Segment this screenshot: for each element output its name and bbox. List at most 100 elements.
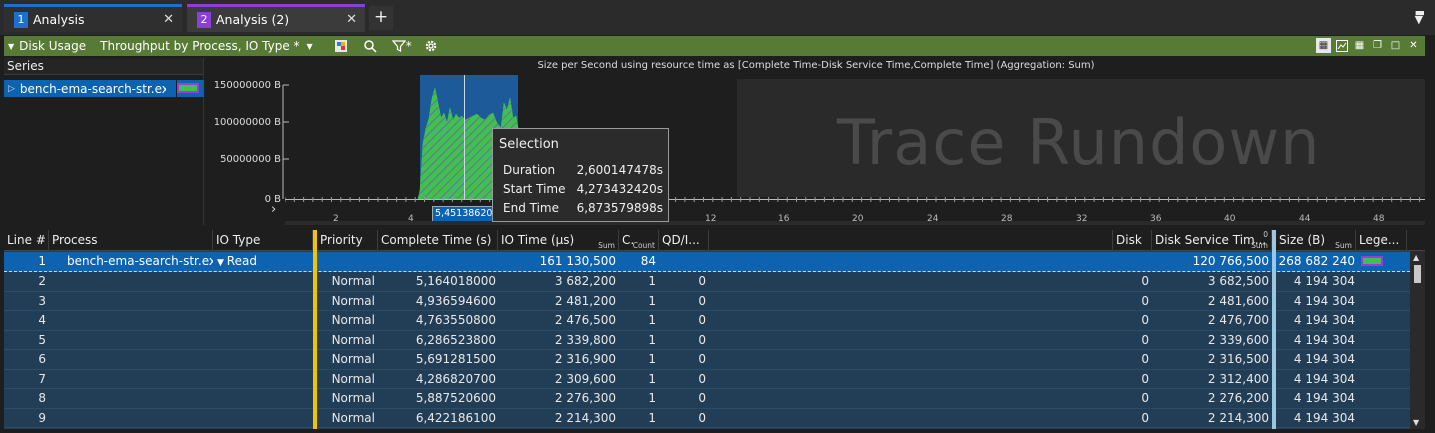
tab-strip: 1 Analysis ✕ 2 Analysis (2) ✕ + ▬ ▼ — [0, 0, 1435, 35]
sort-order-label: 0 — [1263, 230, 1268, 239]
cell-count: 1 — [648, 352, 656, 366]
column-header-size[interactable]: Size (B) Sum — [1276, 230, 1356, 251]
cell-priority: Normal — [331, 313, 375, 327]
x-axis-ticks — [285, 197, 1421, 202]
column-header-legend[interactable]: Lege... — [1356, 230, 1407, 251]
column-header-disk[interactable]: Disk — [1113, 230, 1152, 251]
add-tab-button[interactable]: + — [369, 6, 393, 30]
table-row[interactable]: 8 Normal 5,887520600 2 276,300 1 0 0 2 276,200 4… — [4, 389, 1410, 409]
table-row[interactable]: 5 Normal 6,286523800 2 339,800 1 0 0 2 339,600 4… — [4, 331, 1410, 350]
table-row[interactable]: 6 Normal 5,691281500 2 316,900 1 0 0 2 316,500 4… — [4, 350, 1410, 370]
cell-complete-time: 6,286523800 — [415, 332, 496, 347]
column-header-io-type[interactable]: IO Type — [213, 230, 313, 251]
series-color-swatch[interactable] — [177, 83, 199, 93]
close-icon[interactable]: ✕ — [346, 12, 357, 27]
cell-line: 4 — [38, 313, 46, 327]
column-header-qd[interactable]: QD/I... — [659, 230, 709, 251]
graph-and-table-icon[interactable]: ▦ — [1316, 38, 1331, 53]
cell-io-time: 2 276,300 — [554, 391, 616, 405]
cell-line: 1 — [38, 254, 46, 268]
cell-count: 1 — [648, 293, 656, 308]
cell-size: 4 194 304 — [1293, 293, 1355, 308]
collapse-graph-button[interactable]: ▼ — [4, 36, 19, 56]
chevron-down-icon[interactable]: ▼ — [217, 258, 227, 268]
restore-window-icon[interactable]: ❐ — [1370, 38, 1385, 53]
close-icon[interactable]: ✕ — [163, 12, 174, 27]
cell-disk-service-time: 2 316,500 — [1207, 352, 1269, 366]
cell-count: 1 — [648, 332, 656, 347]
scroll-up-icon[interactable]: ▲ — [1413, 253, 1419, 262]
chevron-right-icon[interactable]: › — [271, 202, 276, 217]
cell-io-time: 2 214,300 — [554, 410, 616, 425]
series-panel: Series ▷ bench-ema-search-str.exe... — [4, 58, 204, 225]
tab-title: Analysis — [33, 12, 85, 27]
series-item[interactable]: ▷ bench-ema-search-str.exe... — [4, 80, 204, 97]
column-header-complete-time[interactable]: Complete Time (s) — [378, 230, 498, 251]
cell-size: 4 194 304 — [1293, 274, 1355, 288]
cell-priority: Normal — [331, 410, 375, 425]
cell-disk-service-time: 2 339,600 — [1207, 332, 1269, 347]
graph-area[interactable]: Size per Second using resource time as [… — [207, 58, 1425, 225]
preset-dropdown[interactable]: Throughput by Process, IO Type * ▼ — [100, 36, 318, 56]
cell-disk: 0 — [1141, 332, 1149, 347]
scrollbar-thumb[interactable] — [1414, 265, 1421, 283]
scroll-down-icon[interactable]: ▼ — [1413, 418, 1419, 427]
preset-label: Throughput by Process, IO Type * — [100, 39, 300, 53]
filter-icon[interactable]: * — [388, 38, 416, 54]
tooltip-value: 4,273432420s — [576, 182, 663, 196]
cell-qd: 0 — [698, 352, 706, 366]
aggregation-label: Sum — [1251, 241, 1268, 250]
graph-only-icon[interactable] — [1334, 38, 1349, 53]
close-icon[interactable]: ✕ — [1406, 38, 1421, 53]
table-row[interactable]: 2 Normal 5,164018000 3 682,200 1 0 0 3 682,500 4… — [4, 272, 1410, 292]
cell-disk: 0 — [1141, 391, 1149, 405]
selection-tooltip: Selection Duration 2,600147478s Start Ti… — [492, 128, 669, 222]
table-group-row[interactable]: 1 bench-ema-search-str.ex... ▼ Read 161 … — [4, 252, 1410, 272]
horizontal-scrollbar[interactable] — [285, 221, 1425, 225]
color-palette-icon[interactable] — [332, 38, 350, 54]
column-header-process[interactable]: Process — [49, 230, 213, 251]
tab-overflow-icon[interactable]: ▬ ▼ — [1415, 7, 1425, 25]
cell-line: 6 — [38, 352, 46, 366]
grouping-column-divider[interactable] — [313, 230, 317, 429]
column-header-empty[interactable] — [709, 230, 1113, 251]
cell-qd: 0 — [698, 313, 706, 327]
table-row[interactable]: 7 Normal 4,286820700 2 309,600 1 0 0 2 312,400 4… — [4, 370, 1410, 389]
table-only-icon[interactable]: ▦ — [1352, 38, 1367, 53]
column-header-count[interactable]: C. Count — [619, 230, 659, 251]
search-icon[interactable] — [361, 38, 379, 54]
column-header-disk-service-time[interactable]: Disk Service Tim... 0 Sum — [1152, 230, 1272, 251]
tab-number-badge: 2 — [197, 11, 211, 28]
cell-qd: 0 — [698, 274, 706, 288]
cell-disk-service-time: 2 312,400 — [1207, 371, 1269, 386]
cell-line: 8 — [38, 391, 46, 405]
cell-disk: 0 — [1141, 293, 1149, 308]
cell-io-time: 161 130,500 — [539, 254, 616, 268]
column-divider — [176, 80, 177, 97]
table-row[interactable]: 4 Normal 4,763550800 2 476,500 1 0 0 2 476,700 4… — [4, 311, 1410, 331]
cell-count: 1 — [648, 391, 656, 405]
table-row[interactable]: 9 Normal 6,422186100 2 214,300 1 0 0 2 214,300 4… — [4, 409, 1410, 428]
cell-line: 3 — [38, 293, 46, 308]
column-header-label: Disk Service Tim... — [1155, 233, 1267, 247]
tooltip-row-start-time: Start Time 4,273432420s — [503, 182, 663, 196]
time-cursor[interactable] — [464, 75, 465, 199]
expand-icon[interactable]: ▷ — [8, 84, 15, 94]
vertical-scrollbar[interactable]: ▲ ▼ — [1410, 251, 1425, 429]
column-header-priority[interactable]: Priority — [317, 230, 378, 251]
column-header-io-time[interactable]: IO Time (µs) Sum — [498, 230, 619, 251]
series-item-label: bench-ema-search-str.exe... — [19, 81, 166, 96]
tooltip-row-end-time: End Time 6,873579898s — [503, 201, 663, 215]
gear-icon[interactable] — [422, 38, 440, 54]
column-header-line[interactable]: Line # — [4, 230, 49, 251]
tab-analysis-1[interactable]: 1 Analysis ✕ — [4, 4, 182, 32]
graph-column-divider[interactable] — [1272, 230, 1276, 429]
aggregation-label: Sum — [1335, 241, 1352, 250]
cell-count: 1 — [648, 371, 656, 386]
tab-analysis-2[interactable]: 2 Analysis (2) ✕ — [187, 4, 365, 32]
table-row[interactable]: 3 Normal 4,936594600 2 481,200 1 0 0 2 481,600 4… — [4, 292, 1410, 311]
cell-priority: Normal — [331, 274, 375, 288]
maximize-icon[interactable]: □ — [1388, 38, 1403, 53]
cell-complete-time: 4,286820700 — [415, 371, 496, 386]
column-header-label: IO Time (µs) — [501, 233, 575, 247]
